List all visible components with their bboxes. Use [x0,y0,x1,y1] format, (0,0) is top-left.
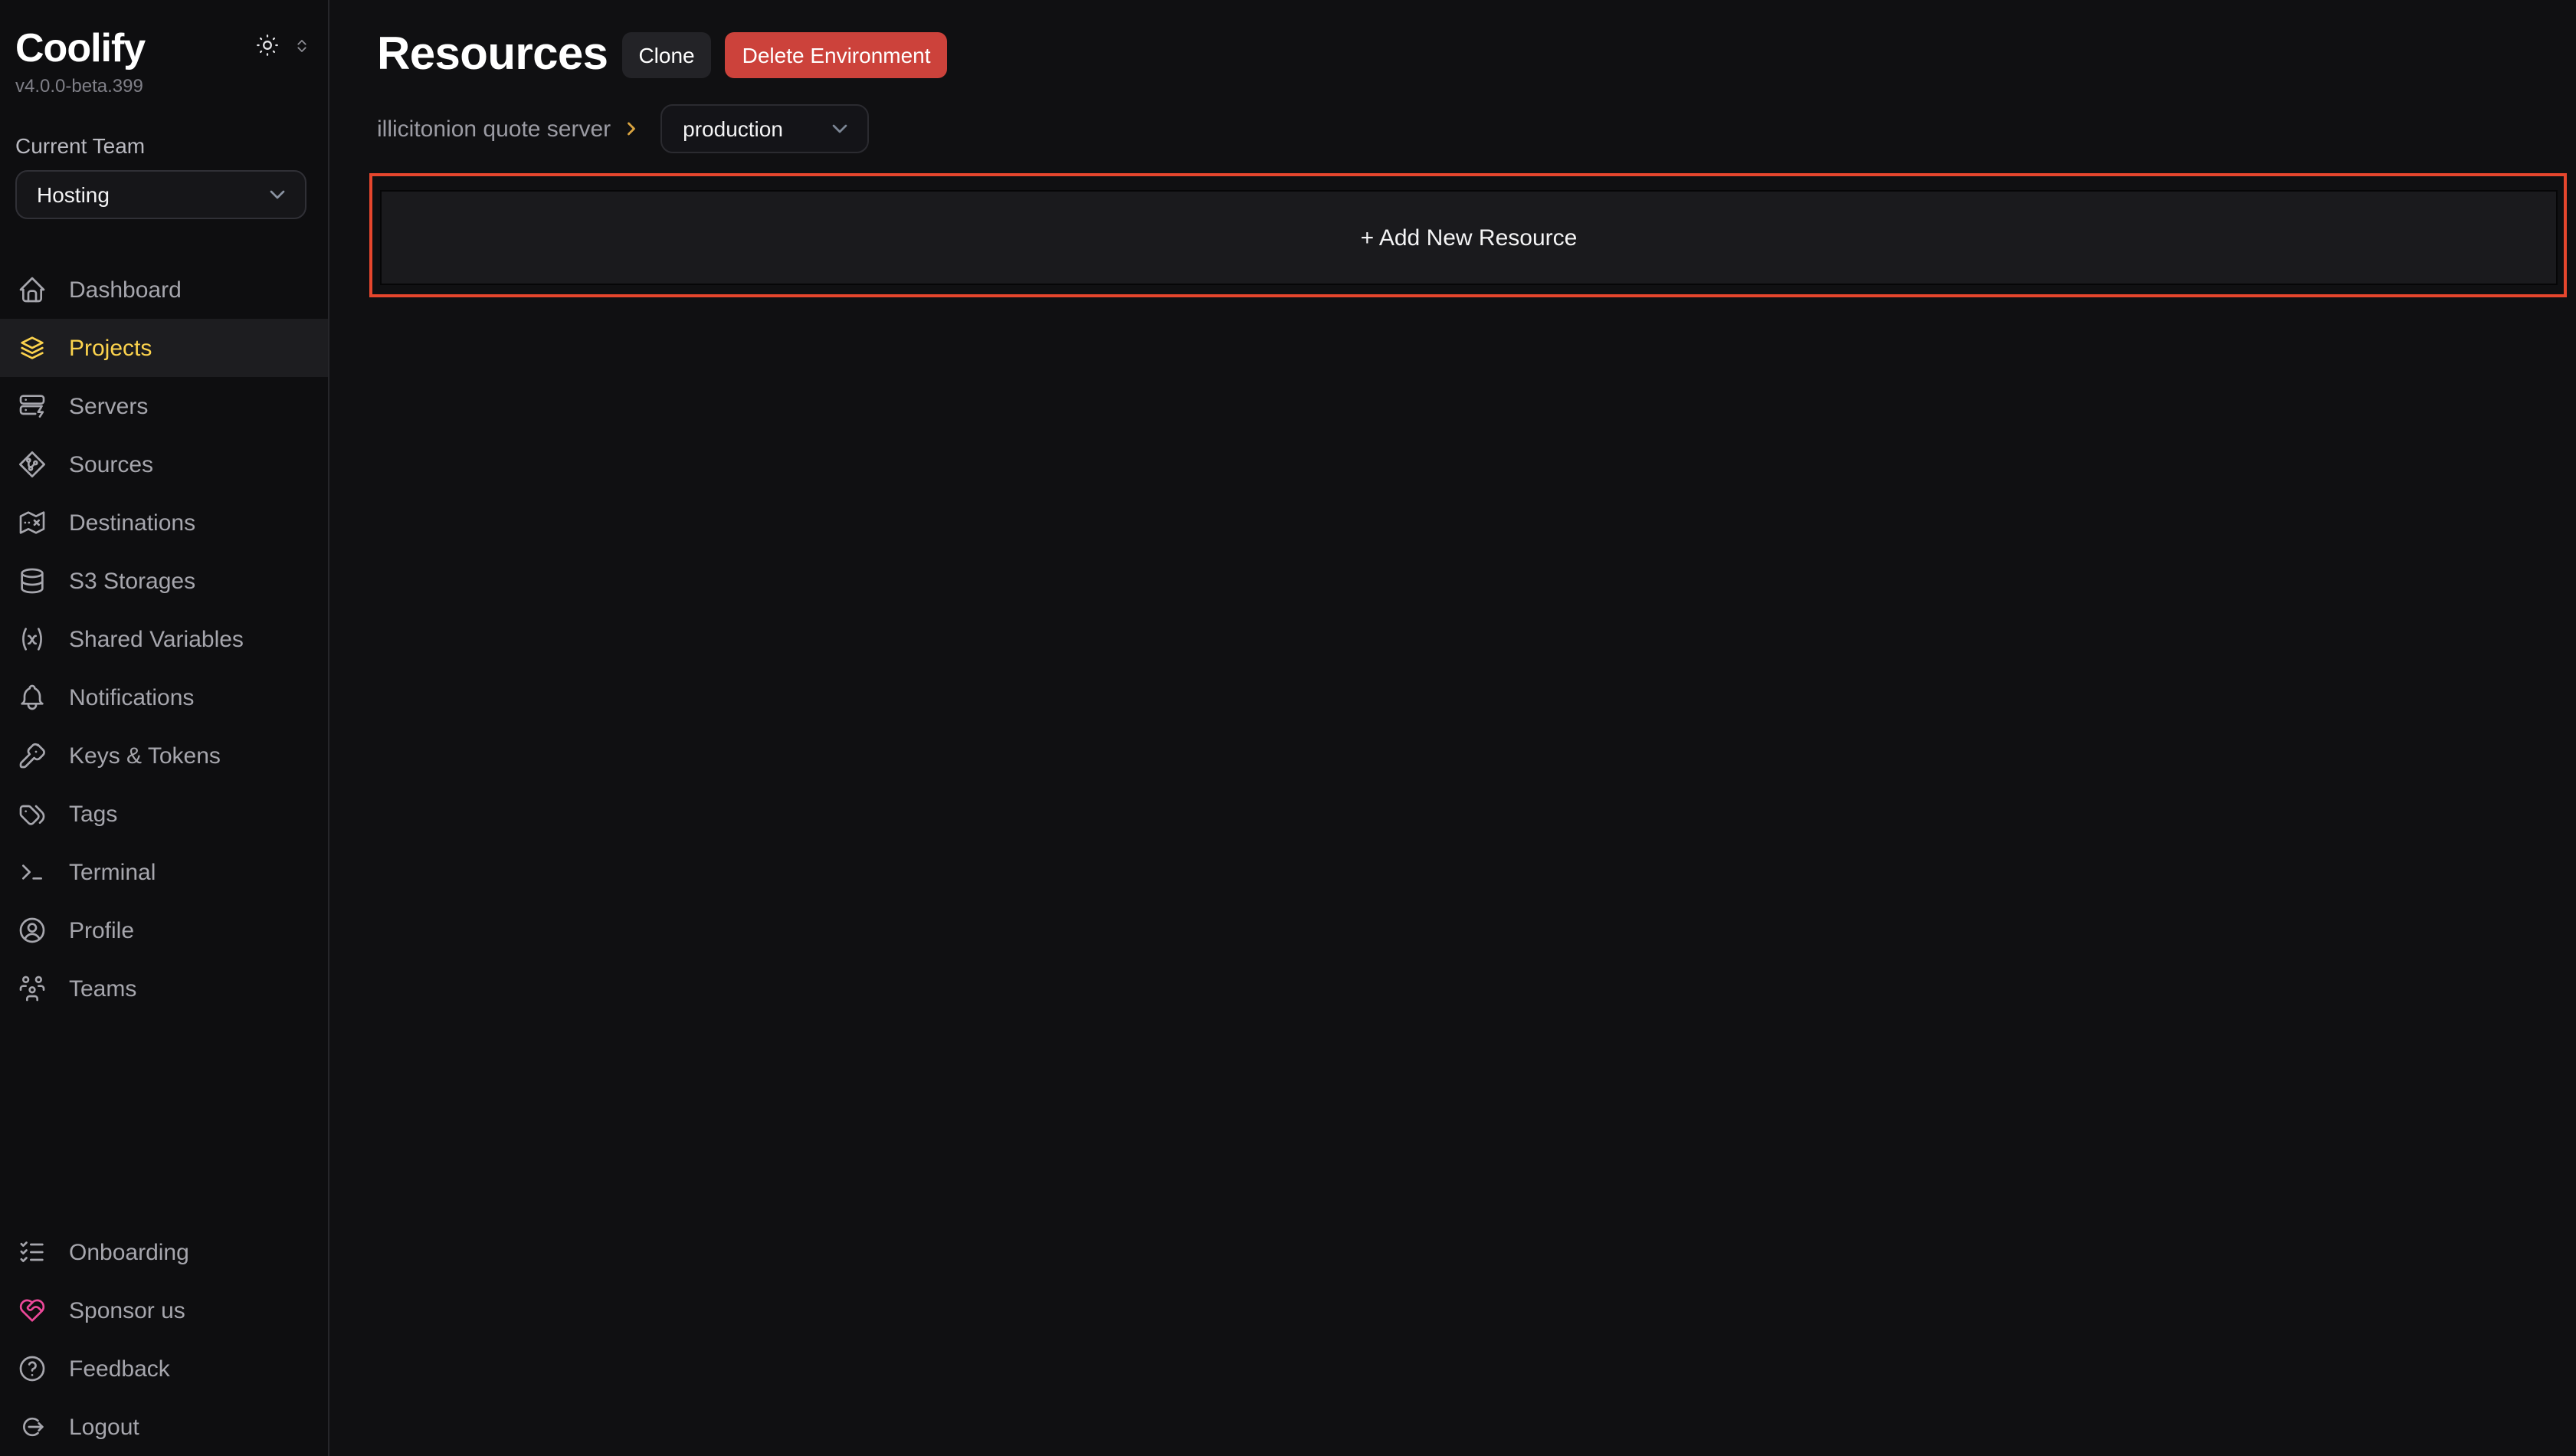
sidebar-item-servers[interactable]: Servers [0,377,328,435]
sidebar-item-label: Onboarding [69,1239,189,1265]
main-content: Resources Clone Delete Environment illic… [329,0,2576,1456]
sidebar-item-label: Sponsor us [69,1297,185,1323]
team-select[interactable]: Hosting [15,170,306,219]
add-new-resource-button[interactable]: + Add New Resource [380,190,2558,285]
sidebar-item-label: Logout [69,1414,139,1440]
environment-select-value: production [683,116,783,141]
sidebar-item-sources[interactable]: Sources [0,435,328,494]
home-icon [17,274,48,305]
sidebar-item-feedback[interactable]: Feedback [0,1340,328,1398]
sidebar-item-logout[interactable]: Logout [0,1398,328,1456]
sidebar-item-label: Profile [69,917,134,943]
sidebar-item-sponsor-us[interactable]: Sponsor us [0,1281,328,1340]
sidebar-item-s3-storages[interactable]: S3 Storages [0,552,328,610]
sidebar-item-profile[interactable]: Profile [0,901,328,959]
logout-icon [17,1412,48,1442]
delete-environment-button[interactable]: Delete Environment [726,32,948,78]
sidebar-item-dashboard[interactable]: Dashboard [0,261,328,319]
users-group-icon [17,973,48,1004]
sidebar-item-label: Destinations [69,510,195,536]
git-diamond-icon [17,449,48,480]
environment-select[interactable]: production [660,104,868,153]
chevron-down-icon [265,182,290,207]
help-circle-icon [17,1353,48,1384]
chevron-down-icon [827,116,851,141]
sidebar-top: Coolify v4.0.0-beta.399 Current Team Hos… [0,0,328,219]
sidebar-nav: Dashboard Projects Servers Sources Destinati… [0,261,328,1018]
sidebar-item-label: Keys & Tokens [69,743,221,769]
sidebar-item-notifications[interactable]: Notifications [0,668,328,726]
database-icon [17,566,48,596]
coolify-app: Coolify v4.0.0-beta.399 Current Team Hos… [0,0,2576,1456]
page-title: Resources [377,29,608,81]
sidebar: Coolify v4.0.0-beta.399 Current Team Hos… [0,0,329,1456]
sidebar-footer-nav: Onboarding Sponsor us Feedback Logout [0,1223,328,1456]
sidebar-item-keys-tokens[interactable]: Keys & Tokens [0,726,328,785]
team-select-value: Hosting [37,182,110,207]
sidebar-item-terminal[interactable]: Terminal [0,843,328,901]
sidebar-item-label: Teams [69,976,136,1002]
sidebar-item-label: Sources [69,451,153,477]
sidebar-item-tags[interactable]: Tags [0,785,328,843]
sidebar-item-label: Notifications [69,684,194,710]
user-circle-icon [17,915,48,946]
chevron-right-icon [620,118,641,139]
list-check-icon [17,1237,48,1267]
sidebar-item-label: Tags [69,801,117,827]
sidebar-item-teams[interactable]: Teams [0,959,328,1018]
sidebar-item-label: Dashboard [69,277,182,303]
variable-icon [17,624,48,654]
logo-row: Coolify [15,25,313,71]
sidebar-item-label: S3 Storages [69,568,195,594]
tags-icon [17,799,48,829]
theme-selector-icon[interactable] [291,34,313,56]
app-logo: Coolify [15,25,145,71]
sidebar-item-label: Terminal [69,859,156,885]
layers-icon [17,333,48,363]
sidebar-item-destinations[interactable]: Destinations [0,494,328,552]
sidebar-item-label: Projects [69,335,152,361]
breadcrumb: illicitonion quote server production [377,104,2576,153]
key-icon [17,740,48,771]
app-version: v4.0.0-beta.399 [15,75,313,97]
server-icon [17,391,48,421]
current-team-label: Current Team [15,133,313,158]
heart-handshake-icon [17,1295,48,1326]
sun-icon[interactable] [254,32,280,58]
theme-controls [254,32,313,58]
terminal-icon [17,857,48,887]
sidebar-item-onboarding[interactable]: Onboarding [0,1223,328,1281]
breadcrumb-project-link[interactable]: illicitonion quote server [377,116,611,142]
sidebar-item-label: Shared Variables [69,626,244,652]
page-header: Resources Clone Delete Environment [377,23,2576,87]
map-x-icon [17,507,48,538]
sidebar-item-projects[interactable]: Projects [0,319,328,377]
annotation-highlight-box: + Add New Resource [369,173,2567,297]
sidebar-item-label: Feedback [69,1356,170,1382]
sidebar-item-label: Servers [69,393,148,419]
clone-button[interactable]: Clone [621,32,711,78]
sidebar-item-shared-variables[interactable]: Shared Variables [0,610,328,668]
bell-icon [17,682,48,713]
